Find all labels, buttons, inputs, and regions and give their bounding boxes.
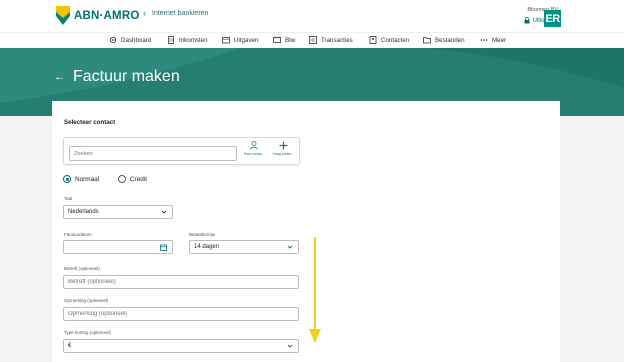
invoice-form-card: Selecteer contact Toon conta... Voeg con… (52, 101, 560, 362)
invoice-date-label: Factuurdatum (64, 232, 92, 237)
payment-term-label: Betaaltermijn (189, 232, 216, 237)
gear-icon (109, 36, 117, 44)
arrow-left-icon[interactable]: ← (54, 71, 65, 83)
lock-icon (524, 17, 530, 24)
chevron-down-icon (287, 245, 293, 249)
document-icon (168, 36, 174, 44)
language-value: Nederlands (68, 209, 99, 215)
language-select[interactable]: Nederlands (63, 205, 173, 219)
chevron-left-icon: ‹ (143, 8, 146, 18)
invoice-date-field[interactable] (63, 240, 173, 254)
plus-icon (279, 141, 287, 150)
nav-item-dashboard[interactable]: Dashboard (109, 36, 151, 44)
discount-type-select[interactable]: € (63, 339, 299, 353)
show-contacts-button[interactable]: Toon conta... (240, 141, 268, 163)
abn-amro-logo[interactable]: ABN·AMRO (56, 6, 139, 25)
remark-input[interactable] (63, 307, 299, 321)
nav-label: Btw (285, 36, 296, 44)
more-icon (480, 39, 488, 41)
nav-item-meer[interactable]: Meer (480, 36, 506, 44)
radio-button-checked[interactable] (63, 175, 71, 183)
calendar-icon[interactable] (160, 244, 167, 251)
contact-icon (369, 36, 377, 44)
subject-input[interactable] (63, 275, 299, 289)
contact-search-input[interactable] (69, 146, 237, 161)
user-avatar[interactable]: ER (544, 10, 561, 27)
nav-item-btw[interactable]: Btw (273, 36, 295, 44)
section-title: Selecteer contact (64, 119, 116, 126)
contact-search-box: Toon conta... Voeg conta... (63, 137, 300, 165)
discount-type-label: Type korting (optioneel) (64, 330, 112, 335)
tax-icon (273, 36, 281, 43)
internet-bankieren-label: Internet bankieren (152, 10, 209, 17)
add-contact-button[interactable]: Voeg conta... (269, 141, 297, 163)
payment-term-value: 14 dagen (194, 244, 220, 250)
nav-item-transacties[interactable]: Transacties (309, 36, 353, 44)
scroll-down-arrow-annotation (309, 237, 321, 343)
nav-item-inkomsten[interactable]: Inkomsten (167, 36, 208, 44)
nav-label: Contacten (381, 36, 410, 44)
nav-item-contacten[interactable]: Contacten (369, 36, 409, 44)
nav-label: Meer (492, 36, 507, 44)
page-title: Factuur maken (73, 68, 180, 85)
folder-icon (423, 37, 431, 44)
nav-item-uitgaven[interactable]: Uitgaven (222, 36, 258, 44)
radio-button-unchecked[interactable] (118, 175, 126, 183)
radio-credit[interactable]: Credit (118, 175, 147, 183)
nav-label: Dashboard (121, 36, 152, 44)
show-contacts-label: Toon conta... (243, 152, 265, 156)
logo-text: ABN·AMRO (74, 9, 140, 22)
nav-label: Inkomsten (179, 36, 208, 44)
nav-item-bestanden[interactable]: Bestanden (423, 36, 465, 44)
remark-label: Opmerking (optioneel) (64, 298, 109, 303)
chevron-down-icon (287, 344, 293, 348)
person-icon (250, 141, 258, 150)
subject-label: Betreft (optioneel) (64, 266, 100, 271)
chevron-down-icon (161, 210, 167, 214)
radio-normaal[interactable]: Normaal (63, 175, 99, 183)
list-icon (309, 36, 317, 44)
shield-logo-icon (56, 6, 70, 25)
nav-label: Transacties (321, 36, 353, 44)
language-label: Taal (64, 196, 73, 201)
nav-label: Uitgaven (234, 36, 259, 44)
add-contact-label: Voeg conta... (272, 152, 294, 156)
payment-term-select[interactable]: 14 dagen (189, 240, 299, 254)
radio-normaal-label: Normaal (75, 175, 100, 183)
main-nav: Dashboard Inkomsten Uitgaven Btw Transac… (0, 32, 624, 48)
top-bar: ABN·AMRO ‹ Internet bankieren Bloemen BV… (0, 0, 624, 32)
radio-credit-label: Credit (130, 175, 148, 183)
internet-bankieren-link[interactable]: ‹ Internet bankieren (143, 8, 209, 18)
nav-label: Bestanden (435, 36, 465, 44)
wallet-icon (222, 37, 230, 44)
discount-type-value: € (68, 343, 72, 349)
